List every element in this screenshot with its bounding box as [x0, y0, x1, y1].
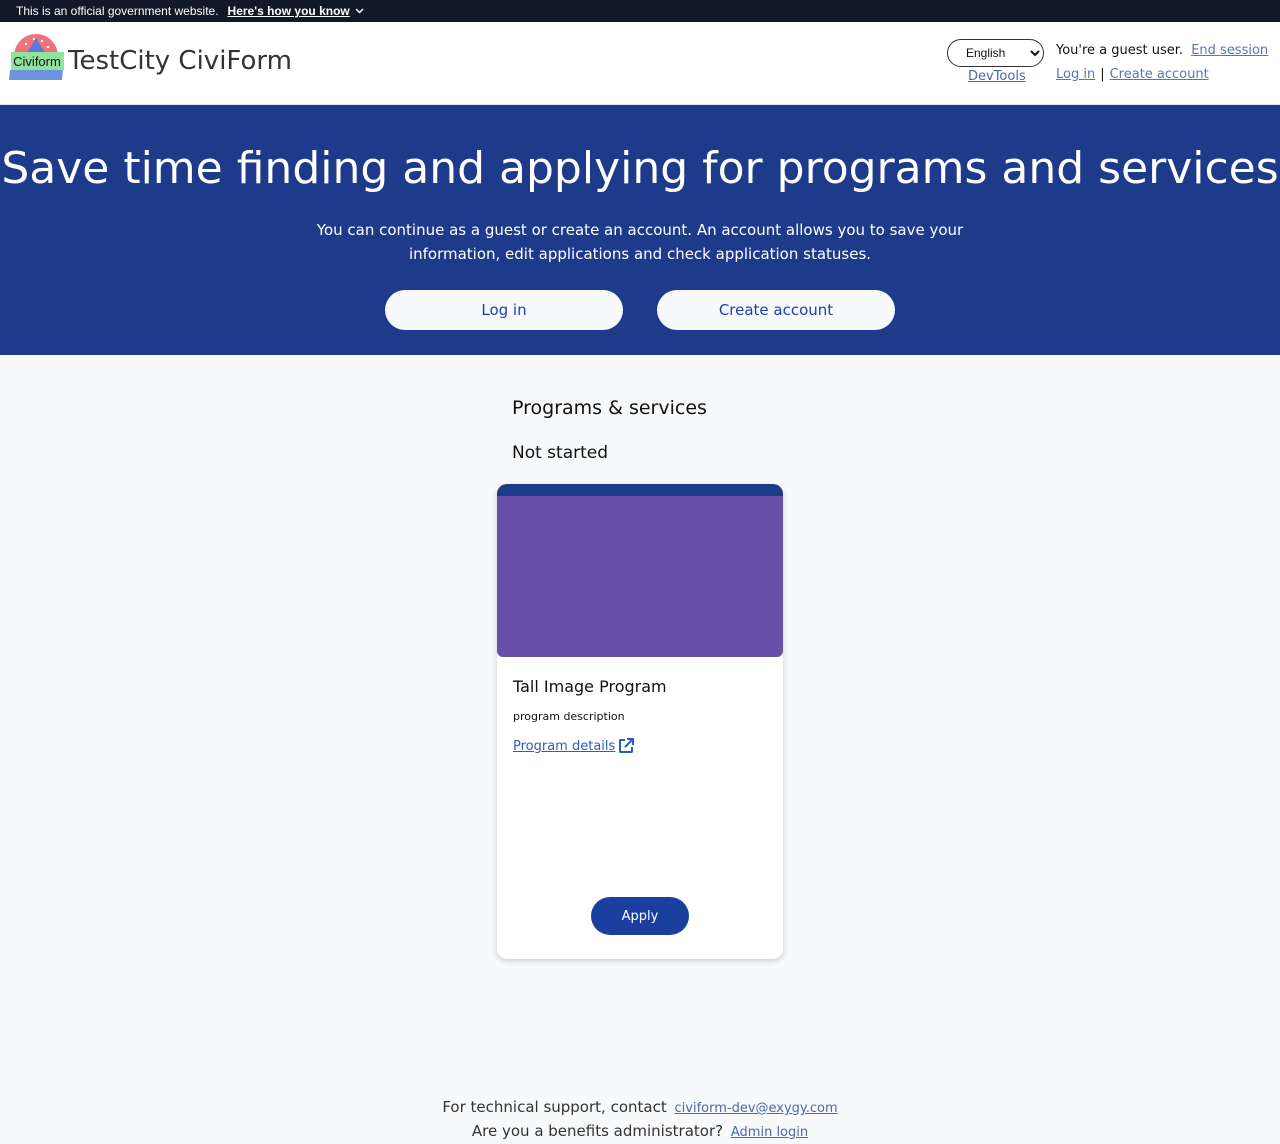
site-header: Civiform TestCity CiviForm English DevTo… — [0, 22, 1280, 105]
footer-admin-text: Are you a benefits administrator? — [471, 1122, 724, 1140]
hero-login-button[interactable]: Log in — [385, 290, 623, 330]
external-link-icon — [619, 738, 635, 753]
gov-banner-text: This is an official government website. — [16, 4, 219, 18]
logo-text: Civiform — [13, 54, 61, 69]
chevron-down-icon — [355, 8, 364, 14]
apply-button[interactable]: Apply — [591, 897, 689, 935]
program-card: Tall Image Program program description P… — [497, 484, 783, 959]
program-card-description: program description — [513, 710, 625, 723]
program-card-image — [497, 496, 783, 657]
devtools-link[interactable]: DevTools — [968, 69, 1026, 84]
hero-section: Save time finding and applying for progr… — [0, 105, 1280, 355]
programs-section-title: Programs & services — [512, 397, 707, 419]
guest-status: You're a guest user. End session — [1056, 43, 1268, 58]
hero-create-account-button[interactable]: Create account — [657, 290, 895, 330]
header-create-account-link[interactable]: Create account — [1110, 67, 1209, 82]
civiform-logo[interactable]: Civiform — [8, 30, 65, 82]
footer-admin: Are you a benefits administrator? Admin … — [0, 1122, 1280, 1140]
not-started-heading: Not started — [512, 443, 609, 463]
support-email-link[interactable]: civiform-dev@exygy.com — [675, 1101, 838, 1116]
program-details-label: Program details — [513, 738, 616, 754]
footer-support-text: For technical support, contact — [442, 1098, 667, 1116]
admin-login-link[interactable]: Admin login — [731, 1125, 808, 1140]
hero-title: Save time finding and applying for progr… — [1, 143, 1279, 194]
header-login-link[interactable]: Log in — [1056, 67, 1095, 82]
footer-support: For technical support, contact civiform-… — [0, 1098, 1280, 1116]
hero-description: You can continue as a guest or create an… — [316, 221, 964, 263]
heres-how-you-know-label: Here's how you know — [227, 4, 350, 18]
program-details-link[interactable]: Program details — [513, 737, 635, 755]
program-card-title: Tall Image Program — [513, 677, 667, 696]
header-auth-links: Log in | Create account — [1056, 67, 1209, 82]
end-session-link[interactable]: End session — [1191, 43, 1268, 58]
guest-text: You're a guest user. — [1056, 43, 1184, 58]
header-separator: | — [1100, 67, 1105, 82]
site-title[interactable]: TestCity CiviForm — [68, 46, 292, 76]
program-card-topbar — [497, 484, 783, 496]
gov-banner: This is an official government website. … — [0, 0, 1280, 22]
heres-how-you-know-button[interactable]: Here's how you know — [228, 4, 364, 18]
language-select[interactable]: English — [947, 39, 1044, 67]
